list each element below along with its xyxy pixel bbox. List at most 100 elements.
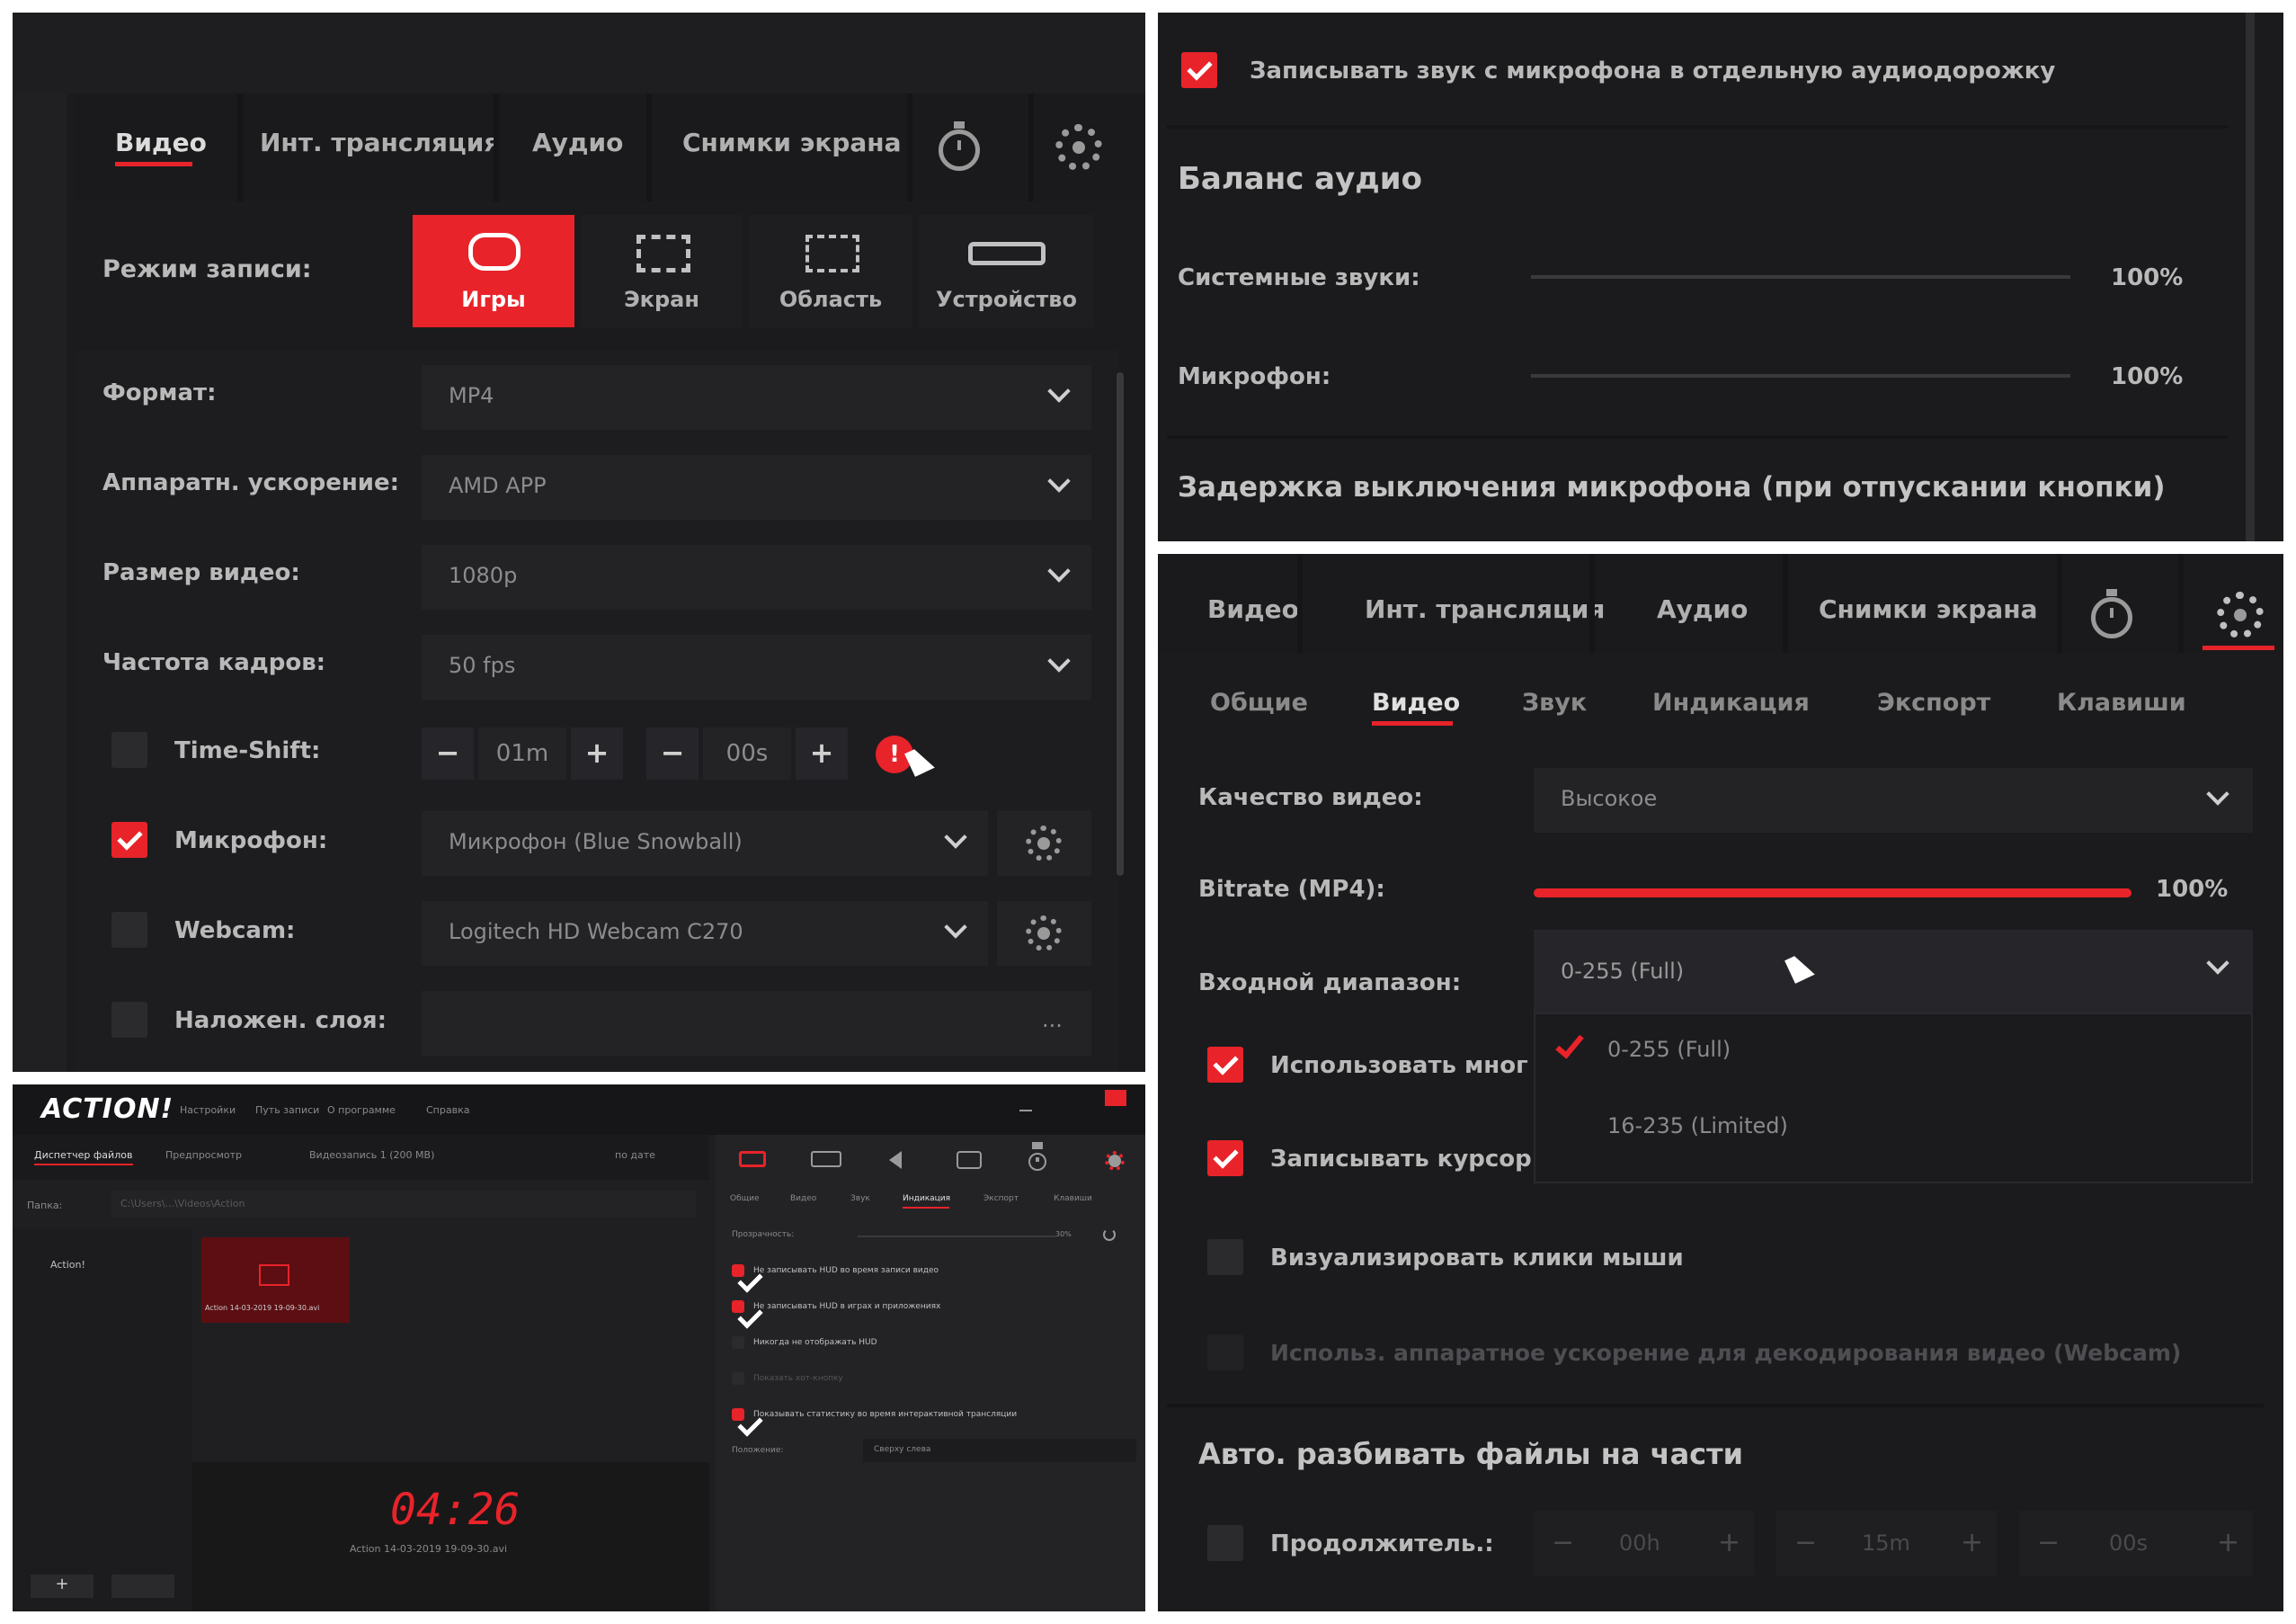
app-logo: ACTION! [41, 1093, 174, 1125]
timeshift-sec-plus-button[interactable]: + [796, 727, 848, 780]
transparency-value: 30% [1055, 1230, 1072, 1238]
tab-audio[interactable]: Аудио [1657, 594, 1748, 624]
mode-screen-button[interactable]: Экран [581, 215, 743, 327]
option-full[interactable]: 0-255 (Full) [1607, 1037, 1731, 1062]
tree-item-action[interactable]: Action! [50, 1259, 85, 1271]
timeshift-min-minus-button[interactable]: − [422, 727, 474, 780]
video-quality-dropdown[interactable]: Высокое [1534, 768, 2253, 833]
gear-icon[interactable] [1105, 1151, 1125, 1171]
reset-icon[interactable] [1103, 1228, 1116, 1241]
mode-device-button[interactable]: Устройство [919, 215, 1094, 327]
tab-recording[interactable]: Видеозапись 1 (200 MB) [309, 1149, 434, 1161]
visualize-clicks-checkbox[interactable] [1207, 1239, 1243, 1275]
framerate-dropdown[interactable]: 50 fps [422, 635, 1091, 700]
transparency-slider[interactable] [858, 1236, 1055, 1237]
system-sounds-slider[interactable] [1531, 275, 2070, 279]
chevron-up-icon [2206, 951, 2229, 975]
tab-streaming[interactable]: Инт. трансляция [1365, 594, 1605, 624]
close-icon[interactable] [1105, 1090, 1126, 1106]
timeshift-sec-minus-button[interactable]: − [646, 727, 699, 780]
timer-icon[interactable] [1028, 1142, 1046, 1171]
option-limited[interactable]: 16-235 (Limited) [1607, 1113, 1788, 1138]
add-folder-button[interactable]: + [31, 1575, 93, 1598]
menu-record-path[interactable]: Путь записи [255, 1104, 319, 1116]
hud-option-1-checkbox[interactable] [732, 1264, 744, 1277]
input-range-options: 0-255 (Full) 16-235 (Limited) [1534, 1013, 2253, 1183]
subtab-export[interactable]: Экспорт [1877, 689, 1990, 717]
separate-mic-track-checkbox[interactable] [1181, 52, 1217, 88]
subtab-general[interactable]: Общие [1210, 689, 1308, 717]
hud-option-4-checkbox[interactable] [732, 1372, 744, 1385]
subtab-sound[interactable]: Звук [1522, 689, 1587, 717]
stream-icon[interactable] [811, 1151, 841, 1167]
video-size-dropdown[interactable]: 1080p [422, 545, 1091, 610]
hud-option-2-label: Не записывать HUD в играх и приложениях [753, 1302, 941, 1311]
menu-about[interactable]: О программе [327, 1104, 396, 1116]
format-dropdown[interactable]: MP4 [422, 365, 1091, 430]
sort-dropdown[interactable]: по дате [615, 1149, 655, 1161]
tab-screenshots[interactable]: Снимки экрана [1819, 594, 2038, 624]
folder-options-button[interactable] [111, 1575, 174, 1598]
subtab-export[interactable]: Экспорт [983, 1194, 1019, 1203]
menu-help[interactable]: Справка [426, 1104, 469, 1116]
webcam-checkbox[interactable] [111, 912, 147, 948]
subtab-hud[interactable]: Индикация [1652, 689, 1810, 717]
subtab-general[interactable]: Общие [730, 1194, 760, 1203]
tab-screenshots[interactable]: Снимки экрана [682, 128, 902, 157]
subtab-video[interactable]: Видео [1372, 689, 1460, 717]
subtab-video[interactable]: Видео [790, 1194, 816, 1203]
subtab-hud[interactable]: Индикация [903, 1194, 950, 1203]
scrollbar[interactable] [2246, 13, 2255, 541]
overlay-checkbox[interactable] [111, 1002, 147, 1038]
gear-icon[interactable] [2217, 592, 2264, 638]
menu-settings[interactable]: Настройки [180, 1104, 236, 1116]
mode-games-button[interactable]: Игры [413, 215, 574, 327]
chevron-down-icon [2206, 782, 2229, 806]
timeshift-checkbox[interactable] [111, 732, 147, 768]
hud-option-2-checkbox[interactable] [732, 1300, 744, 1313]
mic-balance-slider[interactable] [1531, 374, 2070, 378]
webcam-settings-button[interactable] [997, 901, 1091, 966]
webcam-dropdown[interactable]: Logitech HD Webcam C270 [422, 901, 988, 966]
input-range-dropdown[interactable]: 0-255 (Full) [1534, 930, 2253, 1013]
timer-icon[interactable] [2091, 589, 2132, 638]
tab-preview[interactable]: Предпросмотр [165, 1149, 242, 1161]
hw-decode-checkbox[interactable] [1207, 1334, 1243, 1370]
scrollbar[interactable] [1117, 372, 1124, 876]
position-label: Положение: [732, 1446, 784, 1455]
hud-option-5-checkbox[interactable] [732, 1408, 744, 1421]
gamepad-icon [468, 233, 521, 271]
duration-checkbox[interactable] [1207, 1525, 1243, 1561]
use-multi-checkbox[interactable] [1207, 1047, 1243, 1083]
camera-icon[interactable] [957, 1151, 982, 1169]
folder-field[interactable]: C:\Users\...\Videos\Action [111, 1191, 696, 1218]
duration-seconds-stepper[interactable]: − 00s + [2019, 1511, 2253, 1575]
timeshift-min-plus-button[interactable]: + [571, 727, 623, 780]
tab-audio[interactable]: Аудио [532, 128, 623, 157]
gear-icon[interactable] [1055, 124, 1102, 171]
minimize-icon[interactable] [1019, 1110, 1032, 1111]
subtab-hotkeys[interactable]: Клавиши [2057, 689, 2186, 717]
position-dropdown[interactable]: Сверху слева [863, 1439, 1136, 1462]
subtab-sound[interactable]: Звук [850, 1194, 870, 1203]
overlay-field[interactable]: ... [422, 991, 1091, 1056]
record-cursor-checkbox[interactable] [1207, 1140, 1243, 1176]
microphone-checkbox[interactable] [111, 822, 147, 858]
mode-area-button[interactable]: Область [750, 215, 912, 327]
record-icon[interactable] [739, 1151, 766, 1167]
tab-video[interactable]: Видео [115, 128, 207, 157]
microphone-dropdown[interactable]: Микрофон (Blue Snowball) [422, 811, 988, 876]
tab-file-manager[interactable]: Диспетчер файлов [34, 1149, 132, 1161]
timer-icon[interactable] [939, 121, 980, 171]
tab-video[interactable]: Видео [1207, 594, 1299, 624]
microphone-settings-button[interactable] [997, 811, 1091, 876]
subtab-hotkeys[interactable]: Клавиши [1054, 1194, 1092, 1203]
duration-hours-stepper[interactable]: − 00h + [1534, 1511, 1754, 1575]
hw-accel-dropdown[interactable]: AMD APP [422, 455, 1091, 520]
timeshift-minutes-value[interactable]: 01m [478, 727, 566, 780]
tab-streaming[interactable]: Инт. трансляция [260, 128, 500, 157]
duration-minutes-stepper[interactable]: − 15m + [1776, 1511, 1997, 1575]
hud-option-3-checkbox[interactable] [732, 1336, 744, 1349]
timeshift-seconds-value[interactable]: 00s [703, 727, 791, 780]
speaker-icon[interactable] [889, 1151, 902, 1169]
